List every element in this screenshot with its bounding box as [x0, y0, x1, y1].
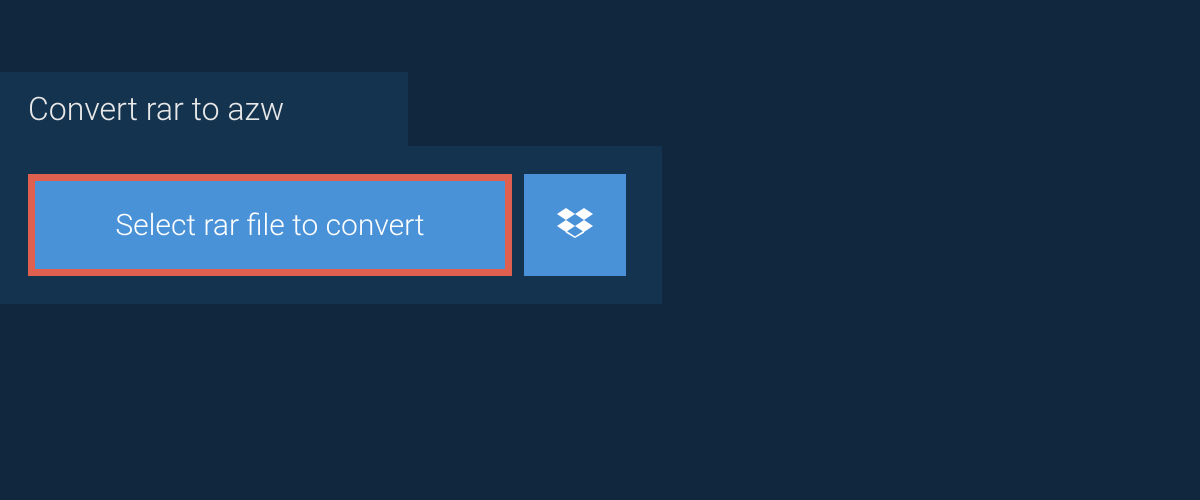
select-file-label: Select rar file to convert	[115, 208, 424, 243]
dropbox-button[interactable]	[524, 174, 626, 276]
upload-panel: Select rar file to convert	[0, 146, 662, 304]
dropbox-icon	[557, 205, 593, 245]
tab-title: Convert rar to azw	[28, 90, 284, 128]
select-file-button[interactable]: Select rar file to convert	[28, 174, 512, 276]
tab-convert[interactable]: Convert rar to azw	[0, 72, 408, 146]
